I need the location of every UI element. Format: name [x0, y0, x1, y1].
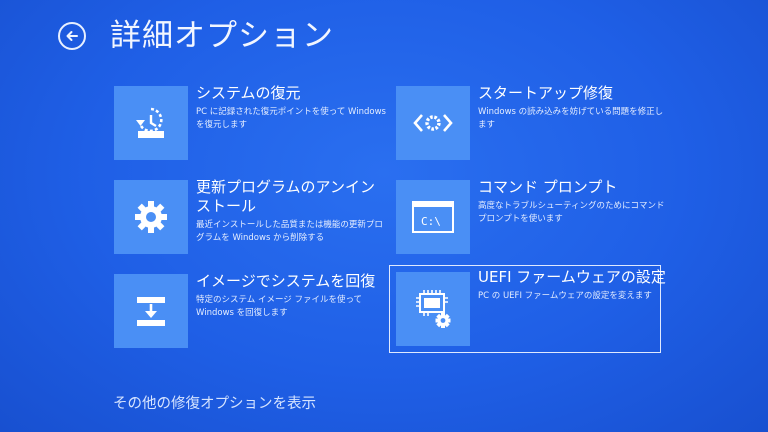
- tile-description: 高度なトラブルシューティングのためにコマンドプロンプトを使います: [478, 201, 665, 224]
- tile-icon-box: [396, 272, 470, 346]
- command-prompt-icon: C:\: [412, 201, 454, 233]
- arrow-left-icon: [66, 31, 78, 41]
- tile-uefi-firmware-settings[interactable]: UEFI ファームウェアの設定 PC の UEFI ファームウェアの設定を変えま…: [389, 265, 666, 353]
- tile-description: 最近インストールした品質または機能の更新プログラムを Windows から削除す…: [196, 220, 383, 243]
- startup-repair-icon: [413, 114, 453, 132]
- tile-title: システムの復元: [196, 84, 301, 102]
- tile-system-image-recovery[interactable]: イメージでシステムを回復 特定のシステム イメージ ファイルを使って Windo…: [114, 272, 382, 356]
- more-repair-options-link[interactable]: その他の修復オプションを表示: [113, 392, 316, 413]
- back-button[interactable]: [58, 22, 86, 50]
- tile-command-prompt[interactable]: C:\ コマンド プロンプト 高度なトラブルシューティングのためにコマンドプロン…: [396, 178, 665, 262]
- tile-icon-box: [114, 86, 188, 160]
- command-prompt-glyph: C:\: [421, 215, 441, 228]
- tile-title: 更新プログラムのアンインストール: [196, 178, 375, 215]
- tile-system-restore[interactable]: システムの復元 PC に記録された復元ポイントを使って Windows を復元し…: [114, 84, 386, 168]
- page-title: 詳細オプション: [110, 18, 334, 54]
- tile-title: UEFI ファームウェアの設定: [478, 268, 666, 286]
- tile-icon-box: C:\: [396, 180, 470, 254]
- tile-icon-box: [114, 274, 188, 348]
- system-restore-icon: [136, 107, 164, 138]
- tile-title: コマンド プロンプト: [478, 178, 618, 196]
- system-image-recovery-icon: [137, 297, 165, 326]
- tile-description: PC の UEFI ファームウェアの設定を変えます: [478, 291, 652, 301]
- uefi-firmware-icon: [416, 290, 451, 328]
- tile-description: 特定のシステム イメージ ファイルを使って Windows を回復します: [196, 295, 363, 318]
- tile-title: スタートアップ修復: [478, 84, 614, 102]
- tile-title: イメージでシステムを回復: [196, 272, 376, 290]
- tile-uninstall-updates[interactable]: 更新プログラムのアンインストール 最近インストールした品質または機能の更新プログ…: [114, 178, 383, 262]
- tile-startup-repair[interactable]: スタートアップ修復 Windows の読み込みを妨げている問題を修正します: [396, 84, 664, 168]
- tile-icon-box: [396, 86, 470, 160]
- tile-description: PC に記録された復元ポイントを使って Windows を復元します: [196, 107, 386, 130]
- tile-icon-box: [114, 180, 188, 254]
- gear-icon: [135, 201, 167, 233]
- tile-description: Windows の読み込みを妨げている問題を修正します: [478, 107, 664, 130]
